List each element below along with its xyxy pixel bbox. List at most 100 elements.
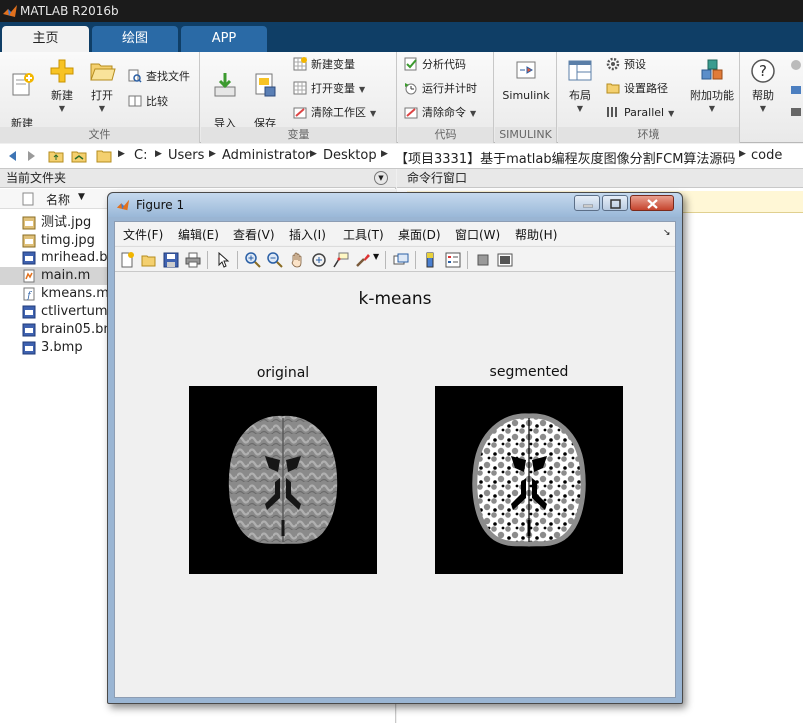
clear-workspace-button[interactable]: 清除工作区 ▼ [293,103,376,123]
file-row[interactable]: f kmeans.m [0,285,110,303]
zoom-out-icon[interactable] [267,252,283,268]
back-arrow-icon[interactable] [4,148,20,164]
up-folder-icon[interactable] [48,148,64,164]
legend-icon[interactable] [445,252,461,268]
new-button[interactable]: 新建 ▼ [42,57,82,123]
open-button[interactable]: 打开 ▼ [82,57,122,123]
find-files-button[interactable]: 查找文件 [128,67,190,87]
panel-options-icon[interactable]: ▼ [374,171,388,185]
jpg-file-icon [22,216,36,230]
current-folder-address-bar: ▶ C: ▶ Users ▶ Administrator ▶ Desktop ▶… [0,144,803,169]
open-variable-button[interactable]: 打开变量 ▼ [293,79,365,99]
preferences-button[interactable]: 预设 [606,55,646,75]
colorbar-icon[interactable] [423,252,439,268]
rotate-3d-icon[interactable] [311,252,327,268]
ribbon-tab-strip: 主页 绘图 APP [0,22,803,52]
help-button[interactable]: ? 帮助 ▼ [743,57,783,123]
pan-hand-icon[interactable] [289,252,305,268]
brush-icon[interactable] [355,252,371,268]
help-label: 帮助 [752,89,774,102]
parallel-button[interactable]: Parallel ▼ [606,103,674,123]
data-cursor-icon[interactable] [333,252,349,268]
file-name: mrihead.bmp [41,250,110,265]
breadcrumb-users[interactable]: Users [168,148,204,163]
current-folder-header: 当前文件夹 ▼ [0,169,396,188]
figure-title-bar[interactable]: Figure 1 [108,193,682,217]
dock-arrow-icon[interactable]: ↘ [663,228,671,238]
figure-title: Figure 1 [136,198,185,212]
import-data-icon [214,73,236,97]
menu-view[interactable]: 查看(V) [233,226,275,243]
close-button[interactable] [630,195,674,211]
addons-label: 附加功能 [690,89,734,102]
folder-path-icon [606,83,620,94]
breadcrumb-code[interactable]: code [751,148,782,163]
save-icon[interactable] [163,252,179,268]
menu-help[interactable]: 帮助(H) [515,226,557,243]
file-row[interactable]: 测试.jpg [0,214,110,232]
community-icons [791,60,801,116]
new-script-button[interactable]: 新建 脚本 [2,57,42,144]
file-column-icon [22,192,34,206]
print-icon[interactable] [185,252,201,268]
menu-tools[interactable]: 工具(T) [343,226,384,243]
pointer-icon[interactable] [215,252,231,268]
hide-plot-tools-icon[interactable] [475,252,491,268]
minimize-button[interactable] [574,195,600,211]
zoom-in-icon[interactable] [245,252,261,268]
chevron-down-icon: ▼ [576,104,584,113]
compare-button[interactable]: 比较 [128,92,168,112]
close-icon [647,199,658,209]
new-variable-button[interactable]: 新建变量 [293,55,355,75]
layout-button[interactable]: 布局 ▼ [560,57,600,123]
menu-window[interactable]: 窗口(W) [455,226,500,243]
file-row[interactable]: brain05.bmp [0,321,110,339]
file-row[interactable]: 3.bmp [0,339,110,357]
simulink-icon [516,61,536,79]
open-file-icon[interactable] [141,252,157,268]
brush-dropdown-icon[interactable]: ▼ [373,252,379,261]
menu-insert[interactable]: 插入(I) [289,226,326,243]
forward-arrow-icon[interactable] [24,148,40,164]
tab-apps[interactable]: APP [181,26,267,52]
maximize-button[interactable] [602,195,628,211]
svg-text:?: ? [759,62,767,80]
simulink-button[interactable]: Simulink [497,57,555,123]
tab-home[interactable]: 主页 [2,26,89,52]
tab-plots[interactable]: 绘图 [92,26,178,52]
menu-edit[interactable]: 编辑(E) [178,226,219,243]
ribbon-section-code: 分析代码 运行并计时 清除命令 ▼ 代码 [398,52,494,143]
file-row-selected[interactable]: main.m [0,267,110,285]
save-workspace-button[interactable]: 保存 工作区 [245,57,285,144]
browse-folder-icon[interactable] [71,148,87,164]
file-row[interactable]: timg.jpg [0,232,110,250]
show-plot-tools-icon[interactable] [497,252,513,268]
clear-commands-button[interactable]: 清除命令 ▼ [404,103,476,123]
parallel-icon [607,107,617,117]
file-row[interactable]: ctlivertumor.bmp [0,303,110,321]
breadcrumb-project[interactable]: 【项目3331】基于matlab编程灰度图像分割FCM算法源码程序 [395,148,735,167]
file-row[interactable]: mrihead.bmp [0,249,110,267]
import-data-button[interactable]: 导入 数据 [205,57,245,144]
menu-file[interactable]: 文件(F) [123,226,163,243]
column-name-label[interactable]: 名称 [46,191,70,208]
axes-segmented[interactable] [435,386,623,574]
new-figure-icon[interactable] [119,252,135,268]
breadcrumb-desktop[interactable]: Desktop [323,148,377,163]
menu-desktop[interactable]: 桌面(D) [398,226,441,243]
open-label: 打开 [91,89,113,102]
axes-original[interactable] [189,386,377,574]
analyze-code-button[interactable]: 分析代码 [404,55,466,75]
chevron-down-icon: ▼ [668,109,675,118]
breadcrumb-administrator[interactable]: Administrator [222,148,311,163]
breadcrumb-separator-icon: ▶ [310,149,317,159]
file-section-label: 文件 [0,127,199,143]
breadcrumb-drive[interactable]: C: [134,148,147,163]
compare-icon [128,95,142,107]
open-variable-label: 打开变量 [311,82,355,95]
set-path-button[interactable]: 设置路径 [606,79,668,99]
run-and-time-button[interactable]: 运行并计时 [404,79,477,99]
link-plot-icon[interactable] [393,252,409,268]
addons-button[interactable]: 附加功能 ▼ [686,57,738,123]
bmp-file-icon [22,341,36,355]
